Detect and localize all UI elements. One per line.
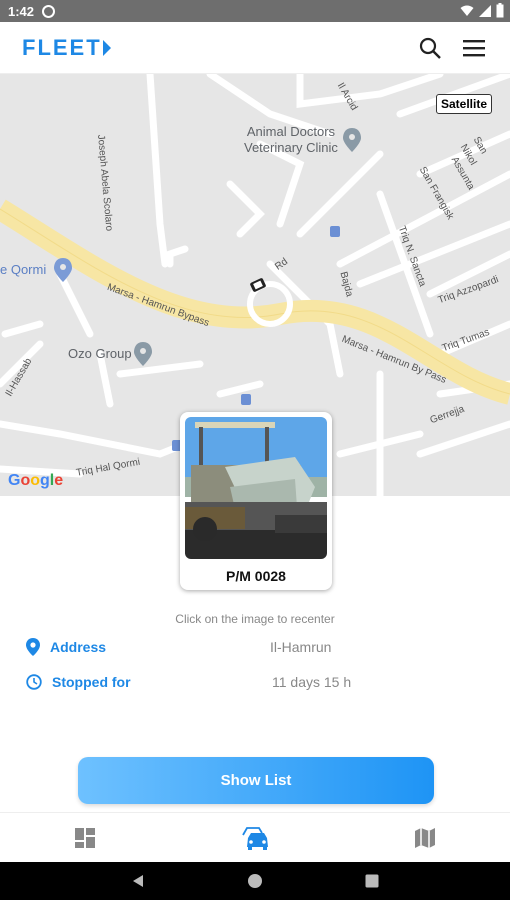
vehicles-icon [242, 826, 268, 850]
google-logo: Google [8, 472, 63, 490]
status-icons [460, 3, 504, 18]
map-icon [415, 827, 435, 848]
vehicle-card[interactable]: P/M 0028 [180, 412, 332, 590]
address-row: Address Il-Hamrun [26, 635, 496, 659]
app-actions [416, 34, 488, 62]
vehicle-name: P/M 0028 [226, 568, 286, 584]
battery-icon [496, 3, 504, 18]
address-label: Address [50, 639, 107, 655]
vehicle-photo[interactable] [185, 417, 327, 559]
paver-image [185, 417, 327, 559]
nav-vehicles[interactable] [235, 818, 275, 858]
status-time: 1:42 [8, 3, 35, 19]
location-pin-icon [26, 638, 40, 656]
google-logo-letter: G [8, 472, 21, 489]
stopped-label: Stopped for [52, 674, 131, 690]
stopped-row: Stopped for 11 days 15 h [26, 670, 496, 694]
show-list-button[interactable]: Show List [78, 757, 434, 804]
google-logo-letter: g [40, 472, 50, 489]
nav-map[interactable] [405, 818, 445, 858]
clock-icon [26, 674, 42, 690]
nav-dashboard[interactable] [65, 818, 105, 858]
poi-vet-clinic[interactable]: Animal Doctors Veterinary Clinic [244, 124, 338, 156]
search-icon [419, 37, 441, 59]
system-nav-bar [0, 862, 510, 900]
logo-text: FLEET [22, 34, 102, 60]
app-bar: FLEET [0, 22, 510, 74]
address-value: Il-Hamrun [270, 639, 332, 655]
menu-button[interactable] [460, 34, 488, 62]
signal-icon [479, 4, 491, 17]
search-button[interactable] [416, 34, 444, 62]
home-icon[interactable] [247, 873, 263, 889]
recenter-hint: Click on the image to recenter [175, 612, 335, 626]
recents-icon[interactable] [364, 873, 380, 889]
status-bar: 1:42 [0, 0, 510, 22]
poi-vet-line2: Veterinary Clinic [244, 140, 338, 155]
back-icon[interactable] [130, 873, 146, 889]
google-logo-letter: o [30, 472, 41, 489]
fleet-logo: FLEET [22, 35, 111, 61]
stopped-value: 11 days 15 h [272, 674, 352, 690]
poi-vet-line1: Animal Doctors [246, 124, 336, 139]
logo-chevron-icon [102, 39, 111, 56]
poi-qormi[interactable]: e Qormi [0, 262, 46, 278]
notification-icon [42, 4, 56, 18]
wifi-icon [460, 5, 474, 16]
menu-icon [463, 39, 485, 56]
bottom-nav [0, 812, 510, 862]
google-logo-letter: e [54, 472, 64, 489]
satellite-toggle[interactable]: Satellite [435, 94, 492, 114]
app-screen: 1:42 FLEET Satellite Animal Doctors Vete… [0, 0, 510, 900]
google-logo-letter: o [20, 472, 31, 489]
dashboard-icon [75, 827, 95, 848]
poi-ozo-group[interactable]: Ozo Group [68, 346, 132, 362]
